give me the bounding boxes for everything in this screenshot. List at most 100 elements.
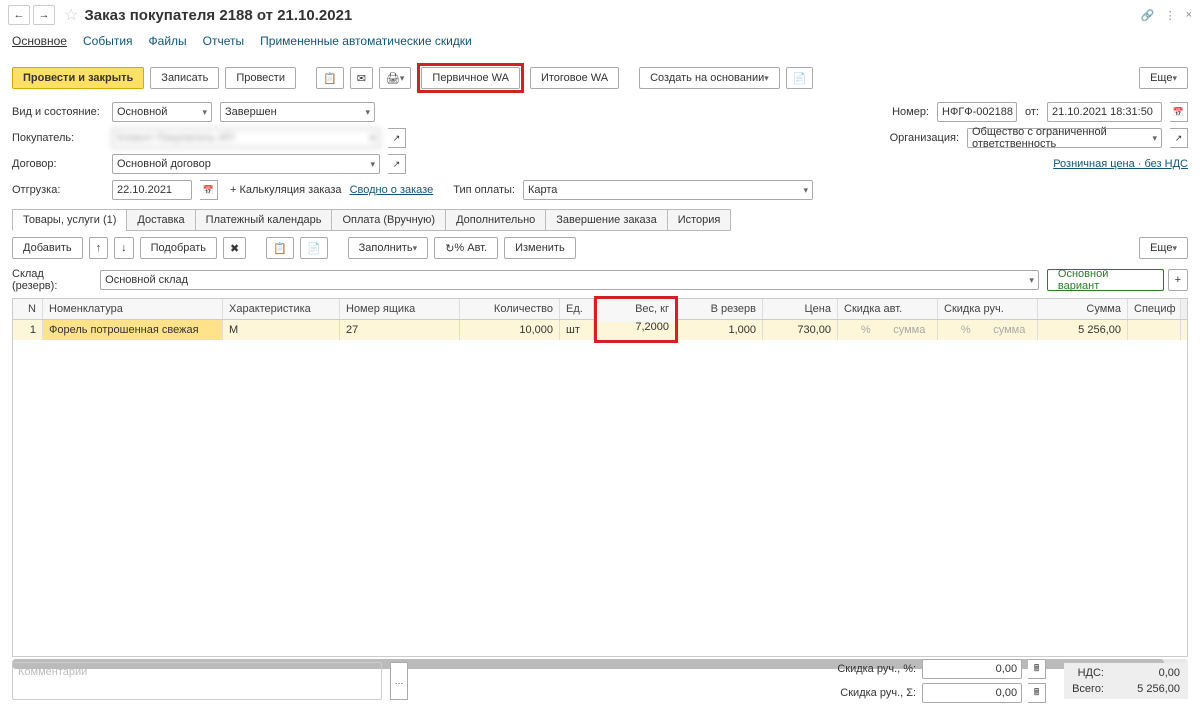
forward-button[interactable]: → [33, 5, 55, 25]
th-spec[interactable]: Специф [1128, 299, 1181, 319]
ship-date-field[interactable]: 22.10.2021 [112, 180, 192, 200]
th-har[interactable]: Характеристика [223, 299, 340, 319]
th-nom[interactable]: Номенклатура [43, 299, 223, 319]
tab-goods[interactable]: Товары, услуги (1) [12, 209, 127, 231]
org-label: Организация: [890, 132, 959, 144]
change-button[interactable]: Изменить [504, 237, 576, 259]
nds-label: НДС: [1078, 667, 1104, 679]
status-select[interactable]: Завершен [220, 102, 375, 122]
tab-payman[interactable]: Оплата (Вручную) [331, 209, 446, 231]
write-button[interactable]: Записать [150, 67, 219, 89]
cell-har: М [223, 320, 340, 340]
th-skruch[interactable]: Скидка руч. [938, 299, 1038, 319]
paste-icon[interactable]: 📄 [300, 237, 328, 259]
calc-link[interactable]: + Калькуляция заказа [230, 184, 342, 196]
ship-label: Отгрузка: [12, 184, 104, 196]
tab-delivery[interactable]: Доставка [126, 209, 195, 231]
create-based-on-button[interactable]: Создать на основании [639, 67, 780, 89]
tab-events[interactable]: События [83, 34, 133, 48]
primary-wa-button[interactable]: Первичное WA [421, 67, 520, 89]
back-button[interactable]: ← [8, 5, 30, 25]
tab-paycal[interactable]: Платежный календарь [195, 209, 333, 231]
post-and-close-button[interactable]: Провести и закрыть [12, 67, 144, 89]
discount-sum-label: Скидка руч., Σ: [840, 687, 916, 699]
total-value: 5 256,00 [1110, 683, 1180, 695]
paytype-label: Тип оплаты: [453, 184, 515, 196]
contract-open-icon[interactable]: ↗ [388, 154, 406, 174]
date-field[interactable]: 21.10.2021 18:31:50 [1047, 102, 1162, 122]
th-n[interactable]: N [13, 299, 43, 319]
kind-select[interactable]: Основной [112, 102, 212, 122]
page-title: Заказ покупателя 2188 от 21.10.2021 [84, 7, 352, 24]
total-label: Всего: [1072, 683, 1104, 695]
final-wa-button[interactable]: Итоговое WA [530, 67, 619, 89]
mail-icon[interactable]: ✉ [350, 67, 373, 89]
th-sum[interactable]: Сумма [1038, 299, 1128, 319]
cell-price: 730,00 [763, 320, 838, 340]
more-sub-button[interactable]: Еще [1139, 237, 1188, 259]
pct-auto-button[interactable]: ↻ % Авт. [434, 237, 498, 259]
add-button[interactable]: Добавить [12, 237, 83, 259]
kebab-icon[interactable]: ⋮ [1165, 9, 1176, 22]
close-icon[interactable]: × [1186, 9, 1192, 22]
contract-label: Договор: [12, 158, 104, 170]
table-row[interactable]: 1 Форель потрошенная свежая М 27 10,000 … [13, 320, 1187, 340]
number-field[interactable]: НФГФ-002188 [937, 102, 1017, 122]
down-icon[interactable]: ↓ [114, 237, 134, 259]
goods-table: N Номенклатура Характеристика Номер ящик… [12, 298, 1188, 657]
org-open-icon[interactable]: ↗ [1170, 128, 1188, 148]
comment-expand-icon[interactable]: … [390, 662, 408, 700]
ship-calendar-icon[interactable]: 📅 [200, 180, 218, 200]
buyer-select[interactable]: Клиент Покупатель ИП [112, 128, 380, 148]
main-variant-button[interactable]: Основной вариант [1047, 269, 1164, 291]
star-icon[interactable]: ☆ [64, 5, 78, 25]
price-link[interactable]: Розничная цена · без НДС [1053, 158, 1188, 170]
tab-files[interactable]: Файлы [149, 34, 187, 48]
tab-history[interactable]: История [667, 209, 732, 231]
summary-link[interactable]: Сводно о заказе [350, 184, 434, 196]
tab-discounts[interactable]: Примененные автоматические скидки [260, 34, 472, 48]
th-ed[interactable]: Ед. [560, 299, 594, 319]
cell-spec [1128, 320, 1181, 340]
copy-icon[interactable]: 📋 [266, 237, 294, 259]
print-button[interactable]: 🖨 [379, 67, 412, 89]
nds-value: 0,00 [1110, 667, 1180, 679]
contract-select[interactable]: Основной договор [112, 154, 380, 174]
calc-icon[interactable]: 🖩 [1028, 659, 1046, 679]
calendar-icon[interactable]: 📅 [1170, 102, 1188, 122]
clipboard-icon[interactable]: 📋 [316, 67, 344, 89]
from-label: от: [1025, 106, 1039, 118]
cell-n: 1 [13, 320, 43, 340]
fill-button[interactable]: Заполнить [348, 237, 429, 259]
pick-button[interactable]: Подобрать [140, 237, 217, 259]
calc-icon-2[interactable]: 🖩 [1028, 683, 1046, 703]
up-icon[interactable]: ↑ [89, 237, 109, 259]
cell-box: 27 [340, 320, 460, 340]
tab-main[interactable]: Основное [12, 34, 67, 48]
th-qty[interactable]: Количество [460, 299, 560, 319]
stock-select[interactable]: Основной склад [100, 270, 1039, 290]
tab-finish[interactable]: Завершение заказа [545, 209, 667, 231]
paytype-select[interactable]: Карта [523, 180, 813, 200]
tab-extra[interactable]: Дополнительно [445, 209, 546, 231]
th-box[interactable]: Номер ящика [340, 299, 460, 319]
highlight-primary-wa: Первичное WA [417, 63, 524, 93]
th-price[interactable]: Цена [763, 299, 838, 319]
kind-label: Вид и состояние: [12, 106, 104, 118]
comment-input[interactable]: Комментарий [12, 662, 382, 700]
post-button[interactable]: Провести [225, 67, 296, 89]
delete-icon[interactable]: ✖ [223, 237, 246, 259]
discount-sum-field[interactable]: 0,00 [922, 683, 1022, 703]
link-icon[interactable]: 🔗 [1141, 9, 1155, 22]
cell-qty: 10,000 [460, 320, 560, 340]
th-rez[interactable]: В резерв [678, 299, 763, 319]
doc-icon[interactable]: 📄 [786, 67, 814, 89]
discount-pct-field[interactable]: 0,00 [922, 659, 1022, 679]
cell-sum: 5 256,00 [1038, 320, 1128, 340]
tab-reports[interactable]: Отчеты [203, 34, 244, 48]
more-button[interactable]: Еще [1139, 67, 1188, 89]
buyer-open-icon[interactable]: ↗ [388, 128, 406, 148]
org-select[interactable]: Общество с ограниченной ответственность [967, 128, 1162, 148]
plus-button[interactable]: + [1168, 269, 1188, 291]
th-skavt[interactable]: Скидка авт. [838, 299, 938, 319]
